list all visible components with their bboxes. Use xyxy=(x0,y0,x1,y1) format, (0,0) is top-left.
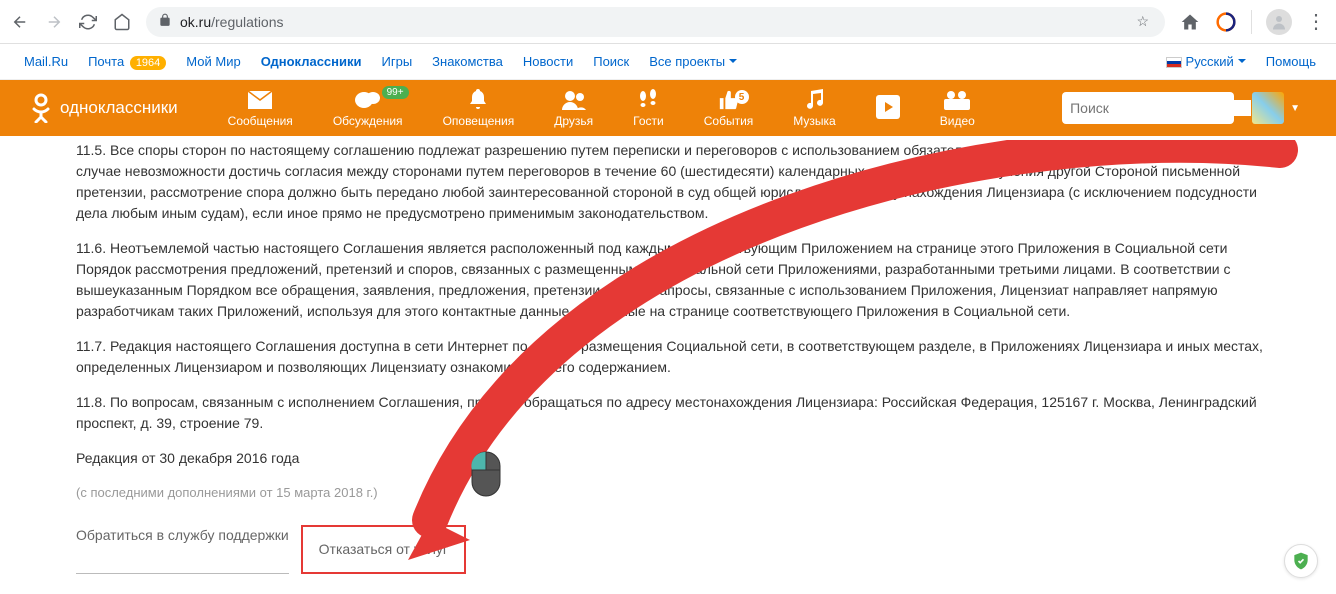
nav-friends[interactable]: Друзья xyxy=(534,88,613,128)
main-nav: Сообщения 99+ Обсуждения Оповещения Друз… xyxy=(208,88,995,128)
extension-home-icon[interactable] xyxy=(1179,11,1201,33)
paragraph-11-8: 11.8. По вопросам, связанным с исполнени… xyxy=(76,392,1276,434)
paragraph-11-6: 11.6. Неотъемлемой частью настоящего Сог… xyxy=(76,238,1276,322)
bookmark-star-icon[interactable]: ☆ xyxy=(1136,13,1149,30)
nav-allprojects[interactable]: Все проекты xyxy=(649,54,737,69)
language-selector[interactable]: Русский xyxy=(1166,54,1246,69)
footprints-icon xyxy=(637,88,659,112)
address-bar[interactable]: ok.ru/regulations ☆ xyxy=(146,7,1165,37)
mouse-cursor-icon xyxy=(470,450,502,501)
nav-odnoklassniki[interactable]: Одноклассники xyxy=(261,54,362,69)
browser-menu-button[interactable]: ⋮ xyxy=(1306,9,1326,34)
help-link[interactable]: Помощь xyxy=(1266,54,1316,69)
nav-mail[interactable]: Почта 1964 xyxy=(88,54,166,69)
nav-video[interactable]: Видео xyxy=(920,88,995,128)
count-badge: 5 xyxy=(735,90,749,104)
mail-count-badge: 1964 xyxy=(130,56,166,70)
music-icon xyxy=(805,88,825,112)
profile-avatar[interactable] xyxy=(1266,9,1292,35)
flag-ru-icon xyxy=(1166,57,1182,68)
search-input[interactable] xyxy=(1070,100,1251,116)
nav-games[interactable]: Игры xyxy=(382,54,413,69)
url-text: ok.ru/regulations xyxy=(180,14,284,30)
video-icon xyxy=(944,88,970,112)
portal-nav: Mail.Ru Почта 1964 Мой Мир Одноклассники… xyxy=(0,44,1336,80)
logo-text: одноклассники xyxy=(60,98,178,118)
nav-dating[interactable]: Знакомства xyxy=(432,54,503,69)
nav-mailru[interactable]: Mail.Ru xyxy=(24,54,68,69)
chat-icon xyxy=(355,88,381,112)
nav-messages[interactable]: Сообщения xyxy=(208,88,313,128)
site-header: одноклассники Сообщения 99+ Обсуждения О… xyxy=(0,80,1336,136)
user-avatar xyxy=(1252,92,1284,124)
footer-links: Обратиться в службу поддержки Отказаться… xyxy=(76,525,1276,574)
nav-events[interactable]: 5 События xyxy=(684,88,774,128)
nav-mymir[interactable]: Мой Мир xyxy=(186,54,240,69)
extension-swirl-icon[interactable] xyxy=(1215,11,1237,33)
envelope-icon xyxy=(248,88,272,112)
browser-chrome: ok.ru/regulations ☆ ⋮ xyxy=(0,0,1336,44)
nav-notifications[interactable]: Оповещения xyxy=(423,88,535,128)
ok-logo-icon xyxy=(30,93,52,123)
nav-news[interactable]: Новости xyxy=(523,54,573,69)
notification-badge: 99+ xyxy=(382,86,409,99)
lock-icon xyxy=(158,13,172,30)
nav-discussions[interactable]: 99+ Обсуждения xyxy=(313,88,423,128)
nav-search[interactable]: Поиск xyxy=(593,54,629,69)
bell-icon xyxy=(468,88,488,112)
people-icon xyxy=(560,88,588,112)
page-content: 11.5. Все споры сторон по настоящему сог… xyxy=(0,136,1336,594)
nav-guests[interactable]: Гости xyxy=(613,88,684,128)
reload-button[interactable] xyxy=(78,12,98,32)
nav-music[interactable]: Музыка xyxy=(773,88,855,128)
play-icon xyxy=(876,95,900,119)
revision-date: Редакция от 30 декабря 2016 года xyxy=(76,448,1276,469)
back-button[interactable] xyxy=(10,12,30,32)
caret-down-icon: ▼ xyxy=(1290,103,1300,114)
paragraph-11-5: 11.5. Все споры сторон по настоящему сог… xyxy=(76,140,1276,224)
nav-play[interactable] xyxy=(856,88,920,128)
amended-date: (с последними дополнениями от 15 марта 2… xyxy=(76,483,1276,503)
search-box[interactable] xyxy=(1062,92,1234,124)
security-shield-icon[interactable] xyxy=(1284,544,1318,578)
forward-button[interactable] xyxy=(44,12,64,32)
home-button[interactable] xyxy=(112,12,132,32)
site-logo[interactable]: одноклассники xyxy=(30,93,178,123)
separator xyxy=(1251,10,1252,34)
support-link[interactable]: Обратиться в службу поддержки xyxy=(76,525,289,574)
user-menu[interactable]: ▼ xyxy=(1252,92,1300,124)
paragraph-11-7: 11.7. Редакция настоящего Соглашения дос… xyxy=(76,336,1276,378)
refuse-services-link[interactable]: Отказаться от услуг xyxy=(301,525,466,574)
